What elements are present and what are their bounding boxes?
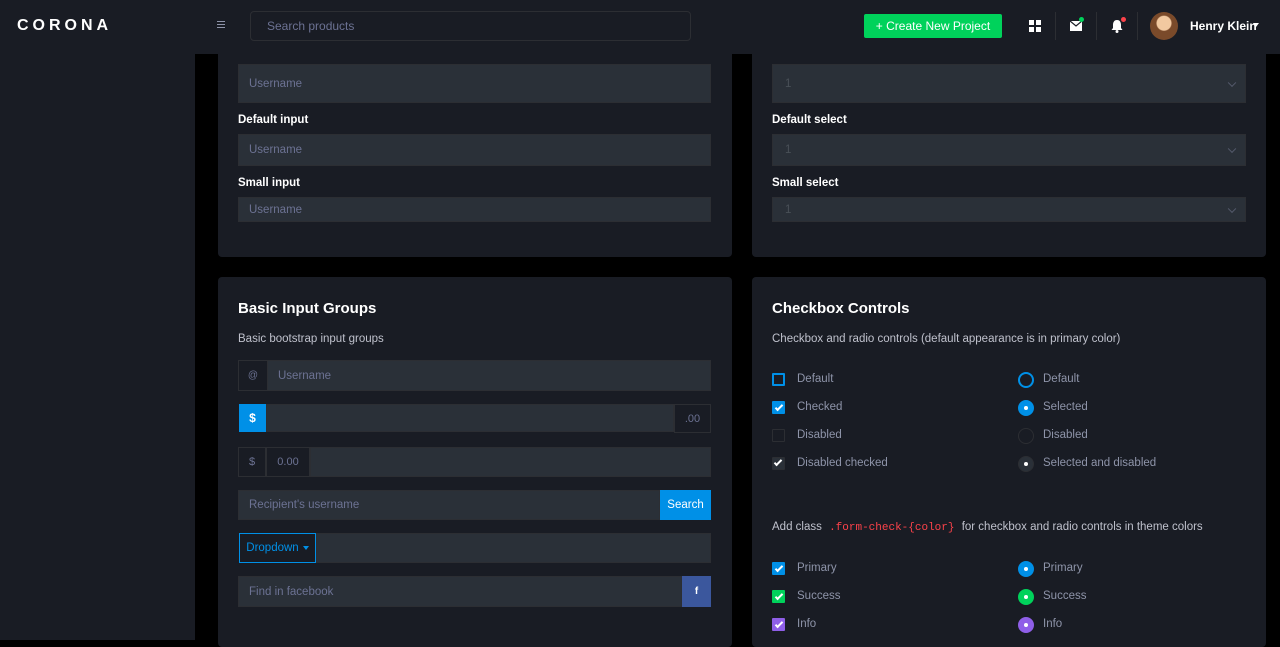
facebook-button[interactable]: f bbox=[682, 576, 711, 607]
chevron-down-icon[interactable] bbox=[1253, 23, 1259, 27]
checkbox-label: Info bbox=[797, 618, 817, 630]
card-description: Checkbox and radio controls (default app… bbox=[772, 333, 1121, 345]
navbar-divider bbox=[1137, 12, 1138, 40]
check-icon bbox=[773, 457, 783, 467]
hint-prefix: Add class bbox=[772, 521, 822, 533]
checkbox-info[interactable] bbox=[772, 618, 785, 631]
radio-selected[interactable] bbox=[1018, 400, 1034, 416]
brand-logo-text[interactable]: CORONA bbox=[17, 17, 112, 35]
dropdown-input[interactable] bbox=[316, 533, 711, 563]
chevron-down-icon bbox=[1227, 204, 1237, 213]
radio-label: Info bbox=[1043, 618, 1063, 630]
facebook-placeholder: Find in facebook bbox=[249, 585, 334, 598]
checkbox-label: Checked bbox=[797, 401, 843, 413]
large-select-value: 1 bbox=[785, 77, 792, 90]
recipient-input[interactable]: Recipient's username bbox=[238, 490, 660, 520]
default-input-placeholder: Username bbox=[249, 144, 303, 156]
checkbox-label: Primary bbox=[797, 562, 837, 574]
checkbox-label: Success bbox=[797, 590, 841, 602]
amount-input[interactable] bbox=[266, 404, 674, 432]
default-input-label: Default input bbox=[238, 114, 309, 126]
notification-dot bbox=[1121, 17, 1126, 22]
large-select[interactable]: 1 bbox=[772, 64, 1246, 103]
checkbox-primary[interactable] bbox=[772, 562, 785, 575]
small-input-label: Small input bbox=[238, 177, 300, 189]
default-select-value: 1 bbox=[785, 144, 792, 156]
hint-code: .form-check-{color} bbox=[829, 522, 955, 534]
small-select[interactable]: 1 bbox=[772, 197, 1246, 222]
large-input-placeholder: Username bbox=[249, 77, 303, 90]
radio-disabled bbox=[1018, 428, 1034, 444]
search-button[interactable]: Search bbox=[660, 490, 711, 520]
at-addon: @ bbox=[238, 360, 268, 391]
radio-label: Selected and disabled bbox=[1043, 457, 1157, 469]
theme-colors-hint: Add class .form-check-{color} for checkb… bbox=[772, 521, 1203, 534]
checkbox-controls-card: Checkbox Controls Checkbox and radio con… bbox=[752, 277, 1266, 647]
username-input[interactable]: Username bbox=[267, 360, 711, 391]
grid-icon[interactable] bbox=[1025, 16, 1045, 36]
radio-label: Primary bbox=[1043, 562, 1083, 574]
caret-down-icon bbox=[302, 546, 309, 550]
radio-label: Selected bbox=[1043, 401, 1088, 413]
large-input[interactable]: Username bbox=[238, 64, 711, 103]
radio-selected-disabled bbox=[1018, 456, 1034, 472]
checkbox-checked[interactable] bbox=[772, 401, 785, 414]
decimal-addon: .00 bbox=[674, 404, 711, 433]
dropdown-label: Dropdown bbox=[246, 542, 299, 554]
radio-info[interactable] bbox=[1018, 617, 1034, 633]
price-input[interactable] bbox=[310, 447, 711, 477]
input-groups-card: Basic Input Groups Basic bootstrap input… bbox=[218, 277, 732, 647]
checkbox-success[interactable] bbox=[772, 590, 785, 603]
checkbox-default[interactable] bbox=[772, 373, 785, 386]
small-select-value: 1 bbox=[785, 203, 792, 216]
chevron-down-icon bbox=[1227, 78, 1237, 87]
input-sizes-card: Username Default input Username Small in… bbox=[218, 40, 732, 257]
mail-status-dot bbox=[1079, 17, 1084, 22]
small-select-label: Small select bbox=[772, 177, 839, 189]
default-select[interactable]: 1 bbox=[772, 134, 1246, 166]
create-project-button[interactable]: + Create New Project bbox=[864, 14, 1002, 38]
checkbox-disabled-checked bbox=[772, 457, 785, 470]
chevron-down-icon bbox=[1227, 144, 1237, 154]
search-input[interactable] bbox=[250, 11, 691, 41]
small-input-placeholder: Username bbox=[249, 203, 303, 216]
dollar-addon-plain: $ bbox=[238, 447, 266, 477]
avatar[interactable] bbox=[1150, 12, 1178, 40]
top-navbar: CORONA + Create New Project Henry Klein bbox=[0, 0, 1280, 54]
zero-addon: 0.00 bbox=[266, 447, 310, 477]
user-name[interactable]: Henry Klein bbox=[1190, 19, 1257, 33]
menu-toggle-icon[interactable] bbox=[217, 19, 227, 33]
checkbox-label: Disabled checked bbox=[797, 457, 888, 469]
facebook-input[interactable]: Find in facebook bbox=[238, 576, 682, 607]
check-icon bbox=[774, 563, 784, 573]
facebook-icon: f bbox=[694, 586, 699, 597]
card-description: Basic bootstrap input groups bbox=[238, 333, 384, 345]
dollar-addon: $ bbox=[239, 404, 266, 432]
small-input[interactable]: Username bbox=[238, 197, 711, 222]
checkbox-disabled bbox=[772, 429, 785, 442]
sidebar: CORONA bbox=[0, 0, 195, 640]
default-input[interactable]: Username bbox=[238, 134, 711, 166]
radio-label: Default bbox=[1043, 373, 1080, 385]
dropdown-button[interactable]: Dropdown bbox=[239, 533, 316, 563]
radio-success[interactable] bbox=[1018, 589, 1034, 605]
checkbox-label: Default bbox=[797, 373, 834, 385]
recipient-placeholder: Recipient's username bbox=[249, 499, 360, 511]
username-placeholder: Username bbox=[278, 369, 332, 382]
card-title: Basic Input Groups bbox=[238, 300, 377, 317]
default-select-label: Default select bbox=[772, 114, 847, 126]
navbar-divider bbox=[1055, 12, 1056, 40]
select-sizes-card: 1 Default select 1 Small select 1 bbox=[752, 40, 1266, 257]
radio-default[interactable] bbox=[1018, 372, 1034, 388]
checkbox-label: Disabled bbox=[797, 429, 842, 441]
card-title: Checkbox Controls bbox=[772, 300, 910, 317]
radio-primary[interactable] bbox=[1018, 561, 1034, 577]
check-icon bbox=[774, 402, 784, 412]
check-icon bbox=[774, 619, 784, 629]
hint-suffix: for checkbox and radio controls in theme… bbox=[961, 521, 1203, 533]
check-icon bbox=[774, 591, 784, 601]
navbar-divider bbox=[1096, 12, 1097, 40]
radio-label: Success bbox=[1043, 590, 1087, 602]
radio-label: Disabled bbox=[1043, 429, 1088, 441]
